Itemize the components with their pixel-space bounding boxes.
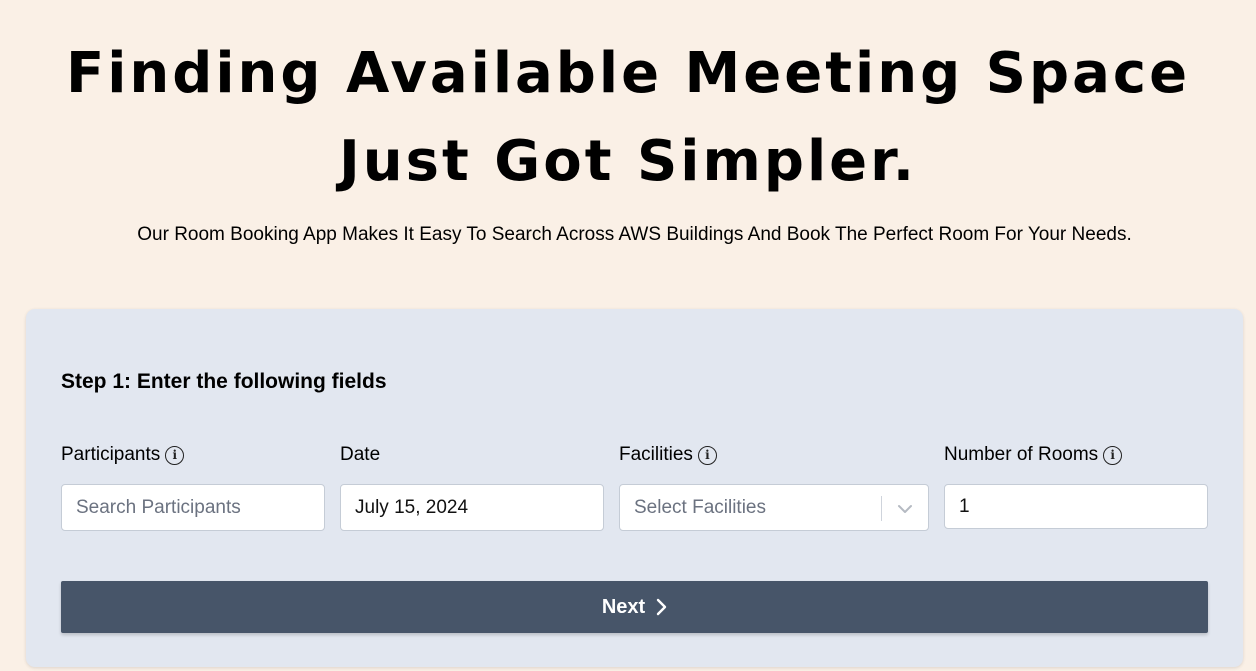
hero-subtitle: Our Room Booking App Makes It Easy To Se…	[137, 224, 1132, 245]
step-heading: Step 1: Enter the following fields	[61, 370, 387, 393]
rooms-label-group: Number of Rooms i	[944, 442, 1123, 468]
hero-title-line1: Finding Available Meeting Space	[65, 41, 1191, 106]
date-label-group: Date	[340, 442, 380, 468]
facilities-select[interactable]: Select Facilities	[619, 484, 929, 531]
date-value: July 15, 2024	[355, 496, 469, 518]
booking-form-card: Step 1: Enter the following fields Parti…	[26, 309, 1243, 667]
facilities-label: Facilities	[619, 444, 693, 465]
participants-placeholder: Search Participants	[76, 496, 241, 518]
participants-label-group: Participants i	[61, 442, 185, 468]
participants-input[interactable]: Search Participants	[61, 484, 325, 531]
chevron-down-icon[interactable]	[896, 500, 914, 518]
next-button[interactable]: Next	[61, 581, 1208, 633]
facilities-placeholder: Select Facilities	[634, 496, 766, 518]
date-label: Date	[340, 444, 381, 465]
next-button-label: Next	[601, 595, 646, 618]
participants-label: Participants	[61, 444, 161, 465]
rooms-value: 1	[959, 495, 970, 517]
facilities-info-icon[interactable]: i	[697, 445, 717, 465]
facilities-label-group: Facilities i	[619, 442, 717, 468]
participants-info-icon[interactable]: i	[165, 445, 185, 465]
hero-title-line2: Just Got Simpler.	[338, 129, 918, 194]
hero-title: Finding Available Meeting Space Just Got…	[0, 30, 1256, 206]
rooms-input[interactable]: 1	[944, 484, 1208, 529]
rooms-info-icon[interactable]: i	[1103, 445, 1123, 465]
rooms-label: Number of Rooms	[944, 444, 1099, 465]
date-input[interactable]: July 15, 2024	[340, 484, 604, 531]
select-separator	[881, 496, 882, 521]
chevron-right-icon	[656, 598, 667, 616]
